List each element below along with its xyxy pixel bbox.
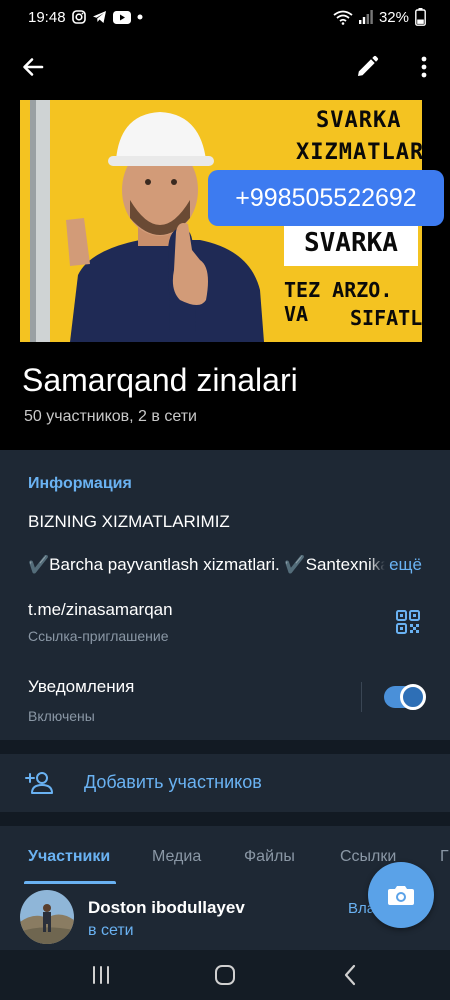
section-divider bbox=[0, 812, 450, 826]
invite-link[interactable]: t.me/zinasamarqan bbox=[28, 600, 173, 620]
banner-line-1: SVARKA bbox=[316, 108, 402, 133]
recents-icon bbox=[93, 966, 109, 984]
battery-percent: 32% bbox=[378, 8, 409, 26]
more-vertical-icon bbox=[421, 56, 427, 78]
member-status: в сети bbox=[88, 922, 134, 939]
description-line-1: BIZNING XIZMATLARIMIZ bbox=[28, 512, 230, 531]
notifications-toggle[interactable] bbox=[384, 684, 426, 710]
notifications-label[interactable]: Уведомления bbox=[28, 677, 134, 697]
battery-icon bbox=[415, 8, 426, 26]
home-icon bbox=[215, 965, 235, 985]
group-header: SVARKA XIZMATLARI SVARKA TEZ ARZO. VA SI… bbox=[0, 34, 450, 484]
youtube-icon bbox=[112, 10, 131, 24]
tab-links[interactable]: Ссылки bbox=[340, 848, 396, 866]
back-button[interactable] bbox=[18, 52, 48, 82]
invite-link-label: Ссылка-приглашение bbox=[28, 628, 169, 644]
phone-number-badge: +998505522692 bbox=[208, 170, 444, 226]
status-bar: 19:48 32% bbox=[0, 0, 450, 34]
tab-files[interactable]: Файлы bbox=[244, 848, 295, 866]
tab-media[interactable]: Медиа bbox=[152, 848, 201, 866]
qr-code-icon bbox=[396, 610, 420, 634]
divider bbox=[361, 682, 362, 712]
top-app-bar bbox=[0, 48, 450, 84]
home-button[interactable] bbox=[212, 962, 238, 988]
read-more-link[interactable]: ещё bbox=[369, 555, 422, 575]
group-member-count: 50 участников, 2 в сети bbox=[24, 408, 197, 425]
add-user-icon bbox=[24, 768, 54, 798]
status-time: 19:48 bbox=[28, 8, 66, 26]
member-name: Doston ibodullayev bbox=[88, 898, 245, 917]
recent-apps-button[interactable] bbox=[88, 962, 114, 988]
group-title: Samarqand zinalari bbox=[22, 362, 298, 398]
add-members-row[interactable]: Добавить участников bbox=[0, 754, 450, 812]
info-heading: Информация bbox=[28, 475, 132, 492]
edit-button[interactable] bbox=[352, 52, 382, 82]
chevron-left-icon bbox=[344, 964, 356, 986]
tab-members[interactable]: Участники bbox=[28, 848, 110, 866]
camera-icon bbox=[388, 886, 414, 905]
avatar bbox=[20, 890, 74, 944]
system-navigation-bar bbox=[0, 950, 450, 1000]
signal-icon bbox=[358, 10, 373, 24]
section-divider bbox=[0, 740, 450, 754]
tab-more[interactable]: Г bbox=[440, 848, 449, 866]
notifications-status: Включены bbox=[28, 708, 95, 724]
arrow-left-icon bbox=[23, 58, 44, 76]
pencil-icon bbox=[358, 55, 379, 76]
instagram-icon bbox=[71, 10, 86, 24]
telegram-icon bbox=[92, 10, 107, 24]
set-photo-button[interactable] bbox=[368, 862, 434, 928]
notification-dot-icon bbox=[137, 14, 143, 20]
info-section: Информация BIZNING XIZMATLARIMIZ ✔️Barch… bbox=[0, 450, 450, 740]
banner-line-2: XIZMATLARI bbox=[296, 140, 422, 165]
description-line-2[interactable]: ✔️Barcha payvantlash xizmatlari. ✔️Sante… bbox=[28, 555, 398, 575]
qr-code-button[interactable] bbox=[396, 610, 420, 634]
back-nav-button[interactable] bbox=[338, 962, 364, 988]
more-options-button[interactable] bbox=[414, 52, 434, 82]
banner-line-5: SIFATLI bbox=[350, 306, 422, 330]
wifi-icon bbox=[333, 10, 353, 25]
add-members-label: Добавить участников bbox=[84, 772, 262, 792]
banner-line-3: SVARKA bbox=[304, 228, 398, 258]
